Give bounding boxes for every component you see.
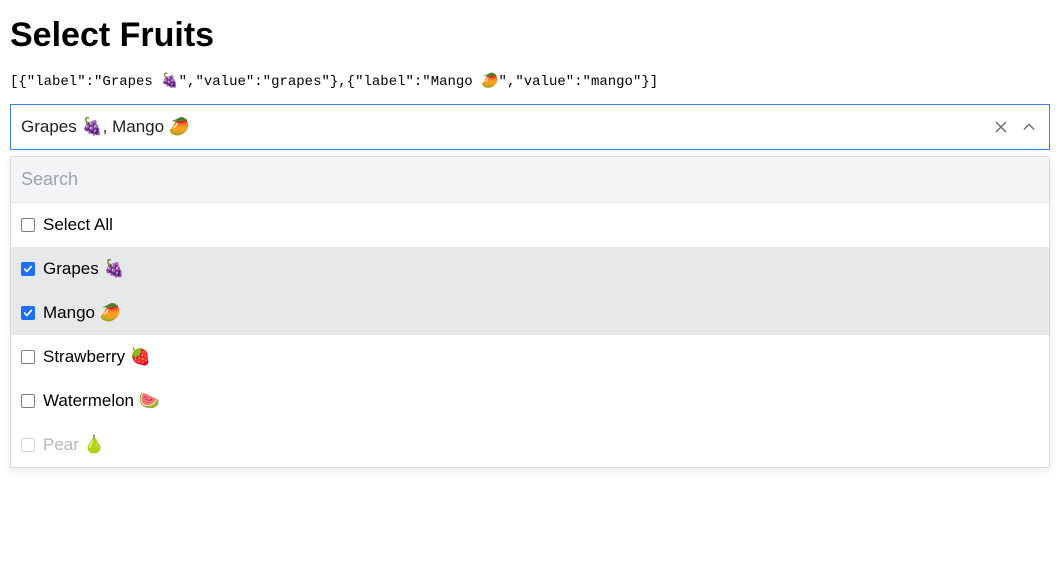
option-label: Grapes 🍇 — [43, 259, 125, 279]
fruit-multiselect: Grapes 🍇, Mango 🥭 Select All Grapes 🍇 — [10, 104, 1050, 468]
search-input[interactable] — [11, 157, 1049, 202]
option-label: Mango 🥭 — [43, 303, 121, 323]
option-strawberry[interactable]: Strawberry 🍓 — [11, 335, 1049, 379]
select-all-option[interactable]: Select All — [11, 203, 1049, 247]
checkbox-icon — [21, 306, 35, 320]
checkbox-icon — [21, 262, 35, 276]
checkbox-icon — [21, 218, 35, 232]
option-watermelon[interactable]: Watermelon 🍉 — [11, 379, 1049, 423]
multiselect-toggle[interactable]: Grapes 🍇, Mango 🥭 — [10, 104, 1050, 150]
page-title: Select Fruits — [10, 16, 1050, 55]
chevron-up-icon[interactable] — [1019, 117, 1039, 137]
option-pear: Pear 🍐 — [11, 423, 1049, 467]
option-mango[interactable]: Mango 🥭 — [11, 291, 1049, 335]
selection-json-output: [{"label":"Grapes 🍇","value":"grapes"},{… — [10, 73, 1050, 90]
clear-icon[interactable] — [991, 117, 1011, 137]
checkbox-icon — [21, 350, 35, 364]
option-grapes[interactable]: Grapes 🍇 — [11, 247, 1049, 291]
checkbox-icon — [21, 438, 35, 452]
select-all-label: Select All — [43, 215, 113, 235]
multiselect-display-value: Grapes 🍇, Mango 🥭 — [21, 117, 983, 137]
search-container — [11, 157, 1049, 203]
checkbox-icon — [21, 394, 35, 408]
options-list[interactable]: Select All Grapes 🍇 Mango 🥭 Strawberry 🍓 — [11, 203, 1049, 467]
option-label: Pear 🍐 — [43, 435, 105, 455]
option-label: Strawberry 🍓 — [43, 347, 151, 367]
multiselect-dropdown: Select All Grapes 🍇 Mango 🥭 Strawberry 🍓 — [10, 156, 1050, 468]
option-label: Watermelon 🍉 — [43, 391, 160, 411]
